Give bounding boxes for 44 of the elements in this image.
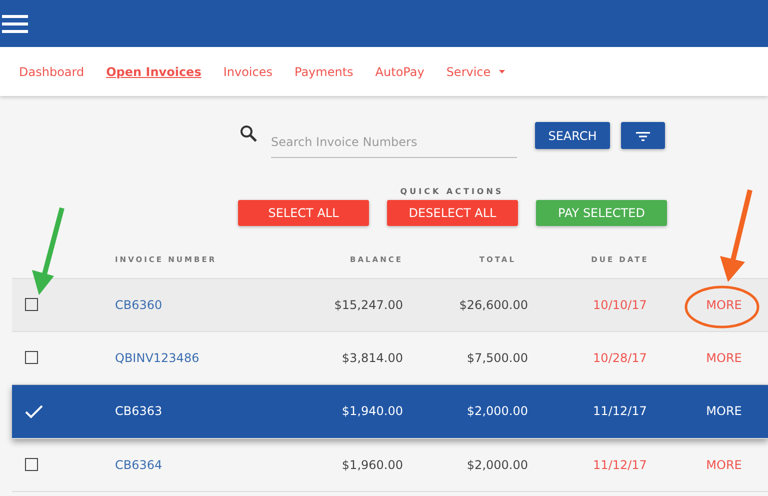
nav-tab[interactable]: Dashboard [19,62,84,80]
table-cell-text: $1,940.00 [340,403,403,420]
section-label: QUICK ACTIONS [399,186,505,198]
nav-tab[interactable]: AutoPay [375,62,424,80]
action-button[interactable]: SELECT ALL [238,200,369,226]
menu-icon[interactable] [2,14,30,34]
action-button[interactable]: DESELECT ALL [387,200,518,226]
filter-button[interactable] [621,122,665,149]
checkbox[interactable] [25,298,38,312]
nav-tab[interactable]: Service [446,62,505,80]
search-icon [240,125,257,142]
more-button[interactable]: MORE [680,402,768,420]
caret-icon[interactable] [498,70,505,74]
invoice-link[interactable]: CB6360 [100,296,290,314]
filter-icon [636,132,650,141]
invoice-link[interactable]: QBINV123486 [100,348,290,367]
table-cell-text: 11/12/17 [592,403,648,420]
checkbox[interactable] [25,351,38,364]
table-cell-text: $7,500.00 [466,350,528,367]
action-button[interactable]: PAY SELECTED [536,200,667,226]
selected-row[interactable]: CB6363 $1,940.00 $2,000.00 11/12/17 MORE [12,385,768,438]
table-row[interactable]: CB6364 $1,960.00 $2,000.00 11/12/17 MORE [12,438,768,492]
table-cell-text: 10/10/17 [592,296,648,314]
checkbox[interactable] [25,458,38,472]
more-button[interactable]: MORE [680,296,768,314]
nav-tab[interactable]: Invoices [223,62,272,80]
highlighted-row[interactable]: CB6360 $15,247.00 $26,600.00 10/10/17 MORE [12,278,768,332]
invoice-link[interactable]: CB6364 [100,456,290,474]
table-cell-text: $26,600.00 [458,296,528,314]
invoice-link[interactable]: CB6363 [100,402,290,420]
search-field[interactable]: Search Invoice Numbers [271,127,517,158]
table-cell-text: $3,814.00 [340,350,403,367]
table-cell-text: 11/12/17 [592,456,648,474]
nav-tab[interactable]: Payments [294,62,354,80]
more-button[interactable]: MORE [680,456,768,474]
search-button[interactable]: SEARCH [535,122,610,149]
table-cell-text: $15,247.00 [333,296,403,314]
table-cell-text: $2,000.00 [466,456,528,474]
table-cell-text: $1,960.00 [340,456,403,474]
table-cell-text: 10/28/17 [592,350,648,367]
checkmark-icon[interactable] [25,404,43,419]
nav-tab[interactable]: Open Invoices [106,62,202,80]
more-button[interactable]: MORE [680,348,768,367]
table-cell-text: $2,000.00 [466,403,528,420]
